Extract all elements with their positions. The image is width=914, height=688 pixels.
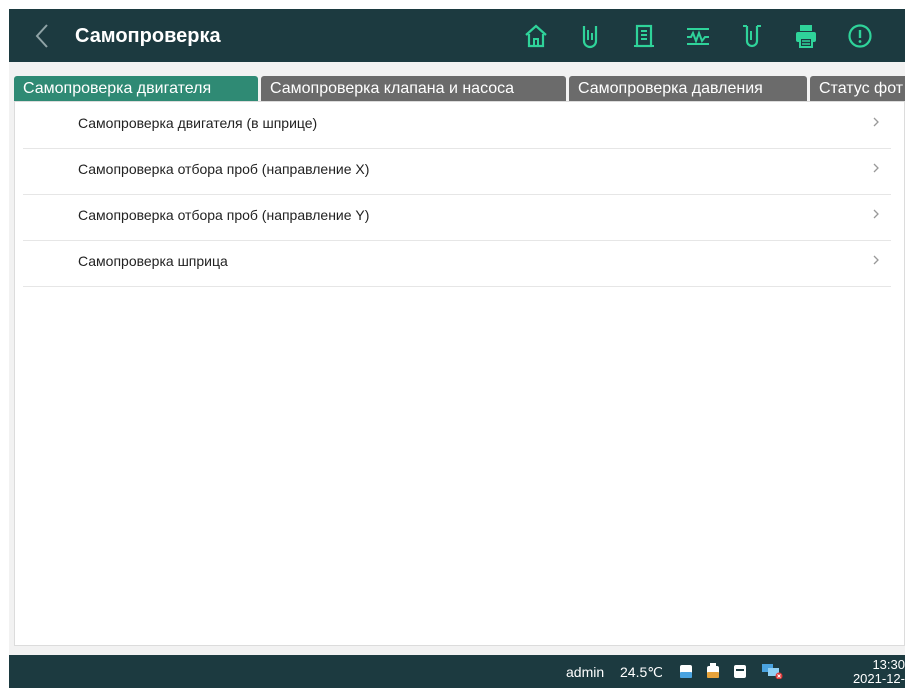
tab-pressure-selftest[interactable]: Самопроверка давления: [569, 76, 807, 101]
date-label: 2021-12-30: [852, 671, 905, 688]
tab-motor-selftest[interactable]: Самопроверка двигателя: [14, 76, 258, 101]
door-exit-icon[interactable]: [630, 22, 658, 50]
app-window: Самопроверка Самопроверка двигателя Само…: [9, 9, 905, 688]
chevron-right-icon: [873, 117, 879, 127]
tab-label: Самопроверка двигателя: [23, 80, 212, 97]
chevron-right-icon: [873, 255, 879, 265]
chevron-right-icon: [873, 163, 879, 173]
list-item[interactable]: Самопроверка двигателя (в шприце): [23, 102, 891, 149]
list-item-label: Самопроверка двигателя (в шприце): [78, 115, 318, 131]
waveform-icon[interactable]: [684, 22, 712, 50]
status-bar: admin 24.5℃ 13:30 2021-12-30: [9, 655, 905, 688]
selftest-list-panel: Самопроверка двигателя (в шприце) Самопр…: [14, 101, 905, 646]
tab-bar: Самопроверка двигателя Самопроверка клап…: [14, 76, 905, 101]
waste-container-icon: [734, 665, 746, 678]
list-item-label: Самопроверка отбора проб (направление X): [78, 161, 370, 177]
list-item-label: Самопроверка шприца: [78, 253, 228, 269]
reagent-bottle-icon: [680, 665, 692, 678]
temperature-label: 24.5℃: [620, 664, 663, 680]
time-label: 13:30: [872, 657, 905, 672]
list-item[interactable]: Самопроверка отбора проб (направление X): [23, 148, 891, 195]
tube-icon[interactable]: [738, 22, 766, 50]
chevron-right-icon: [873, 209, 879, 219]
tab-photo-status[interactable]: Статус фот: [810, 76, 905, 101]
tab-valve-pump-selftest[interactable]: Самопроверка клапана и насоса: [261, 76, 566, 101]
tab-label: Самопроверка давления: [578, 80, 763, 97]
user-label: admin: [566, 664, 605, 680]
list-item-label: Самопроверка отбора проб (направление Y): [78, 207, 370, 223]
tab-label: Статус фот: [819, 80, 904, 97]
page-title: Самопроверка: [75, 25, 221, 47]
test-tube-icon[interactable]: [576, 22, 604, 50]
list-item[interactable]: Самопроверка отбора проб (направление Y): [23, 194, 891, 241]
printer-icon[interactable]: [792, 22, 820, 50]
network-disconnected-icon: [762, 664, 783, 679]
tab-label: Самопроверка клапана и насоса: [270, 80, 515, 97]
reagent-bottle-icon: [707, 663, 719, 678]
alert-icon[interactable]: [846, 22, 874, 50]
back-icon[interactable]: [29, 21, 55, 51]
top-bar: Самопроверка: [9, 9, 905, 62]
list-item[interactable]: Самопроверка шприца: [23, 240, 891, 287]
home-icon[interactable]: [522, 22, 550, 50]
clock: 13:30 2021-12-30: [847, 658, 905, 688]
